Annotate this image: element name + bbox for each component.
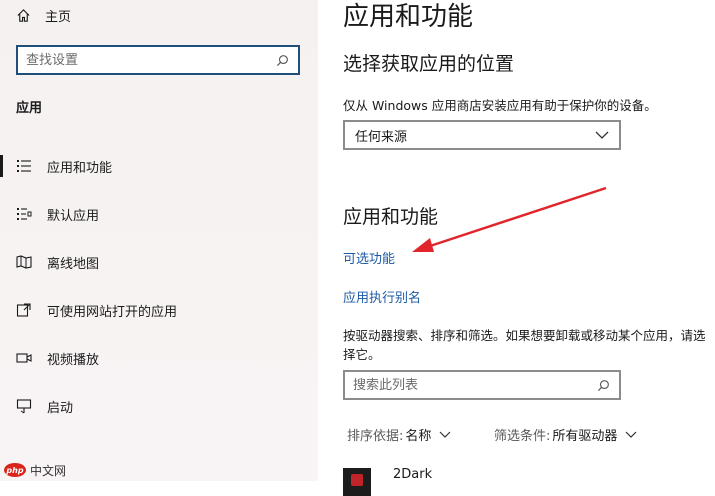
main-content: 应用和功能 选择获取应用的位置 仅从 Windows 应用商店安装应用有助于保护… [318,0,715,496]
default-apps-icon [14,206,34,222]
sidebar: 主页 应用 应用和功能 默认应用 [0,0,318,481]
app-name: 2Dark [393,466,433,482]
video-icon [14,350,34,366]
app-source-dropdown[interactable]: 任何来源 [343,120,621,150]
heart-icon [351,474,363,486]
chevron-down-icon [595,131,609,139]
sidebar-item-label: 视频播放 [47,352,100,368]
app-alias-link[interactable]: 应用执行别名 [343,287,421,306]
app-icon [343,468,371,496]
optional-features-link[interactable]: 可选功能 [343,248,395,267]
sidebar-item-label: 默认应用 [47,208,100,224]
section-heading-apps-features: 应用和功能 [343,206,439,228]
drive-filter-dropdown[interactable]: 筛选条件: 所有驱动器 [494,425,637,444]
php-logo-icon: php [4,463,26,477]
sidebar-item-apps-features[interactable]: 应用和功能 [0,150,318,182]
search-icon[interactable] [593,379,613,392]
section-heading-choose-location: 选择获取应用的位置 [343,53,515,75]
sidebar-item-label: 可使用网站打开的应用 [47,304,178,320]
page-title: 应用和功能 [343,2,474,32]
chevron-down-icon [625,431,637,438]
sidebar-item-default-apps[interactable]: 默认应用 [0,198,318,230]
sidebar-item-label: 应用和功能 [47,160,113,176]
settings-search-input[interactable] [18,47,272,73]
list-icon [14,158,34,174]
startup-icon [14,398,34,414]
web-apps-icon [14,302,34,318]
chevron-down-icon [439,431,451,438]
sidebar-item-web-apps[interactable]: 可使用网站打开的应用 [0,294,318,326]
active-indicator [0,155,3,177]
filter-value: 所有驱动器 [552,429,618,444]
app-source-value: 任何来源 [355,129,408,145]
app-list-search-input[interactable] [345,372,593,398]
home-icon [17,8,30,22]
sidebar-item-offline-maps[interactable]: 离线地图 [0,246,318,278]
sidebar-item-video-playback[interactable]: 视频播放 [0,342,318,374]
app-list-item[interactable]: 2Dark [343,466,433,496]
home-label: 主页 [45,9,72,25]
map-icon [14,254,34,270]
sort-label: 排序依据: [347,429,404,444]
app-list-search-box[interactable] [343,370,621,400]
settings-search-box[interactable] [16,45,300,75]
sort-dropdown[interactable]: 排序依据: 名称 [347,425,451,444]
filter-label: 筛选条件: [494,429,551,444]
home-nav[interactable]: 主页 [16,4,71,26]
search-instructions: 按驱动器搜索、排序和筛选。如果想要卸载或移动某个应用，请选择它。 [343,328,706,362]
location-description: 仅从 Windows 应用商店安装应用有助于保护你的设备。 [343,98,657,113]
sort-value: 名称 [405,429,432,444]
sidebar-item-startup[interactable]: 启动 [0,390,318,422]
watermark: php 中文网 [4,461,66,479]
sidebar-item-label: 离线地图 [47,256,100,272]
section-label-apps: 应用 [16,101,43,116]
search-icon[interactable] [272,54,292,67]
watermark-text: 中文网 [30,463,67,478]
sidebar-item-label: 启动 [47,400,74,416]
